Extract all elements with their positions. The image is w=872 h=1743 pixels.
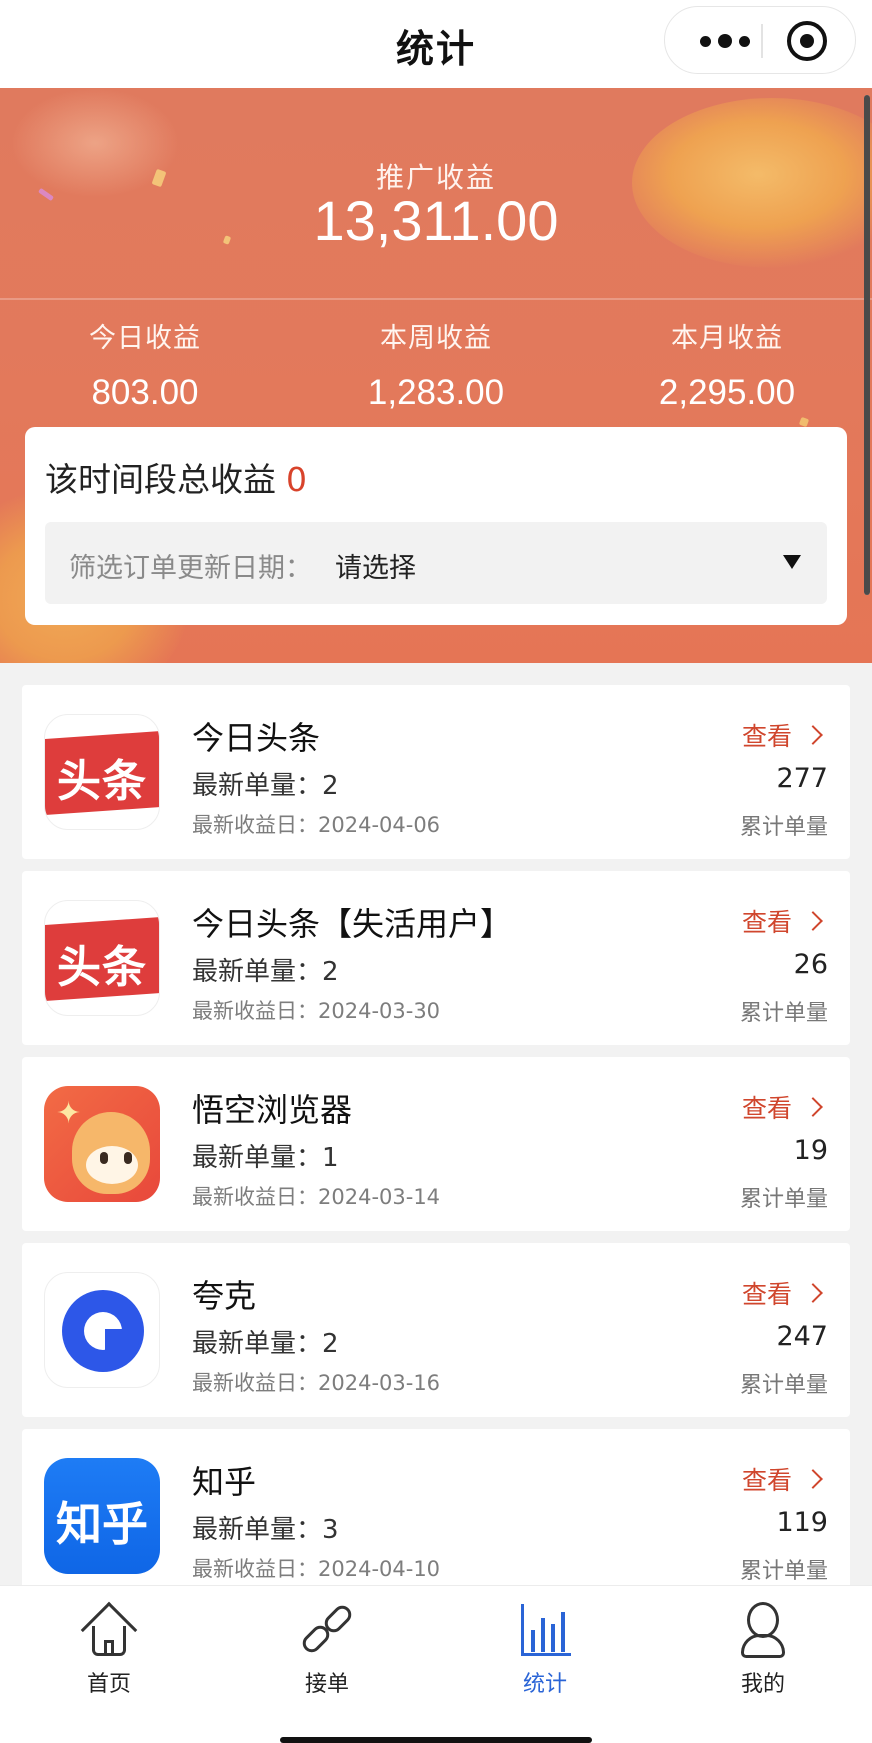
chevron-right-icon	[803, 1097, 823, 1117]
today-earnings-value: 803.00	[91, 373, 199, 412]
tab-stats[interactable]: 统计	[436, 1600, 654, 1698]
toutiao-icon: 头条	[44, 900, 160, 1016]
total-count-label: 累计单量	[739, 1559, 828, 1584]
view-button[interactable]: 查看	[742, 1461, 823, 1497]
tab-home[interactable]: 首页	[0, 1600, 218, 1698]
latest-date: 最新收益日：2024-03-14	[192, 1185, 441, 1209]
latest-count: 最新单量：2	[192, 957, 339, 987]
tab-order-label: 接单	[304, 1672, 349, 1697]
total-count-label: 累计单量	[739, 1187, 828, 1212]
tab-bar: 首页 接单 统计 我的	[0, 1585, 872, 1743]
total-count: 277	[776, 763, 828, 794]
wukong-browser-icon: ✦	[44, 1086, 160, 1202]
month-earnings-label: 本月收益	[671, 323, 783, 354]
dropdown-caret-icon	[783, 555, 801, 569]
app-name: 夸克	[192, 1277, 257, 1315]
app-name: 悟空浏览器	[192, 1091, 353, 1129]
tab-home-label: 首页	[86, 1672, 131, 1697]
list-item[interactable]: ✦ 悟空浏览器 最新单量：1 最新收益日：2024-03-14 查看 19 累计…	[22, 1057, 850, 1231]
app-name: 今日头条【失活用户】	[192, 905, 513, 943]
total-count: 119	[776, 1507, 828, 1538]
latest-count: 最新单量：3	[192, 1515, 339, 1545]
week-earnings-value: 1,283.00	[367, 373, 505, 412]
close-program-icon[interactable]	[787, 21, 827, 61]
list-item[interactable]: 头条 今日头条 最新单量：2 最新收益日：2024-04-06 查看 277 累…	[22, 685, 850, 859]
divider	[0, 298, 872, 300]
period-total: 该时间段总收益 0	[45, 453, 307, 501]
list-item[interactable]: 头条 今日头条【失活用户】 最新单量：2 最新收益日：2024-03-30 查看…	[22, 871, 850, 1045]
total-count-label: 累计单量	[739, 1001, 828, 1026]
latest-date: 最新收益日：2024-04-06	[192, 813, 441, 837]
promo-earnings-value: 13,311.00	[313, 189, 559, 252]
list-item[interactable]: 知乎 知乎 最新单量：3 最新收益日：2024-04-10 查看 119 累计单…	[22, 1429, 850, 1603]
tab-stats-label: 统计	[522, 1672, 567, 1697]
bar-chart-icon	[515, 1600, 575, 1660]
latest-date: 最新收益日：2024-03-30	[192, 999, 441, 1023]
today-earnings: 今日收益 803.00	[0, 316, 290, 413]
user-icon	[733, 1600, 793, 1660]
chevron-right-icon	[803, 725, 823, 745]
order-date-label: 筛选订单更新日期：	[69, 553, 312, 584]
latest-count: 最新单量：2	[192, 771, 339, 801]
app-name: 今日头条	[192, 719, 321, 757]
total-count-label: 累计单量	[739, 815, 828, 840]
order-date-select[interactable]: 筛选订单更新日期： 请选择	[45, 522, 827, 604]
chevron-right-icon	[803, 1469, 823, 1489]
view-button[interactable]: 查看	[742, 717, 823, 753]
total-count: 247	[776, 1321, 828, 1352]
tab-mine-label: 我的	[740, 1672, 785, 1697]
total-count: 26	[793, 949, 828, 980]
scrollbar-thumb[interactable]	[864, 95, 870, 595]
latest-date: 最新收益日：2024-03-16	[192, 1371, 441, 1395]
zhihu-icon: 知乎	[44, 1458, 160, 1574]
total-count: 19	[793, 1135, 828, 1166]
app-icon-text: 头条	[57, 942, 147, 993]
latest-count: 最新单量：2	[192, 1329, 339, 1359]
quark-icon	[44, 1272, 160, 1388]
today-earnings-label: 今日收益	[89, 323, 201, 354]
nav-bar: 统计	[0, 0, 872, 88]
latest-date: 最新收益日：2024-04-10	[192, 1557, 441, 1581]
view-button[interactable]: 查看	[742, 903, 823, 939]
view-button[interactable]: 查看	[742, 1089, 823, 1125]
link-icon	[297, 1600, 357, 1660]
order-date-value: 请选择	[335, 553, 416, 584]
tab-mine[interactable]: 我的	[654, 1600, 872, 1698]
more-options-icon[interactable]	[695, 7, 755, 75]
month-earnings: 本月收益 2,295.00	[582, 316, 872, 413]
view-button[interactable]: 查看	[742, 1275, 823, 1311]
app-icon-text: 头条	[57, 756, 147, 807]
period-total-value: 0	[286, 460, 307, 499]
week-earnings-label: 本周收益	[380, 323, 492, 354]
total-count-label: 累计单量	[739, 1373, 828, 1398]
capsule-divider	[761, 24, 763, 58]
app-icon-text: 知乎	[56, 1497, 148, 1551]
list-item[interactable]: 夸克 最新单量：2 最新收益日：2024-03-16 查看 247 累计单量	[22, 1243, 850, 1417]
chevron-right-icon	[803, 911, 823, 931]
tab-order[interactable]: 接单	[218, 1600, 436, 1698]
chevron-right-icon	[803, 1283, 823, 1303]
period-filter-card: 该时间段总收益 0 筛选订单更新日期： 请选择	[25, 427, 847, 625]
mini-program-capsule	[664, 6, 856, 74]
home-icon	[79, 1600, 139, 1660]
app-name: 知乎	[192, 1463, 257, 1501]
week-earnings: 本周收益 1,283.00	[291, 316, 581, 413]
home-indicator	[280, 1737, 592, 1743]
period-total-label: 该时间段总收益	[45, 460, 276, 499]
scrollbar[interactable]	[864, 95, 870, 595]
latest-count: 最新单量：1	[192, 1143, 339, 1173]
decoration	[798, 416, 810, 428]
month-earnings-value: 2,295.00	[658, 373, 796, 412]
toutiao-icon: 头条	[44, 714, 160, 830]
